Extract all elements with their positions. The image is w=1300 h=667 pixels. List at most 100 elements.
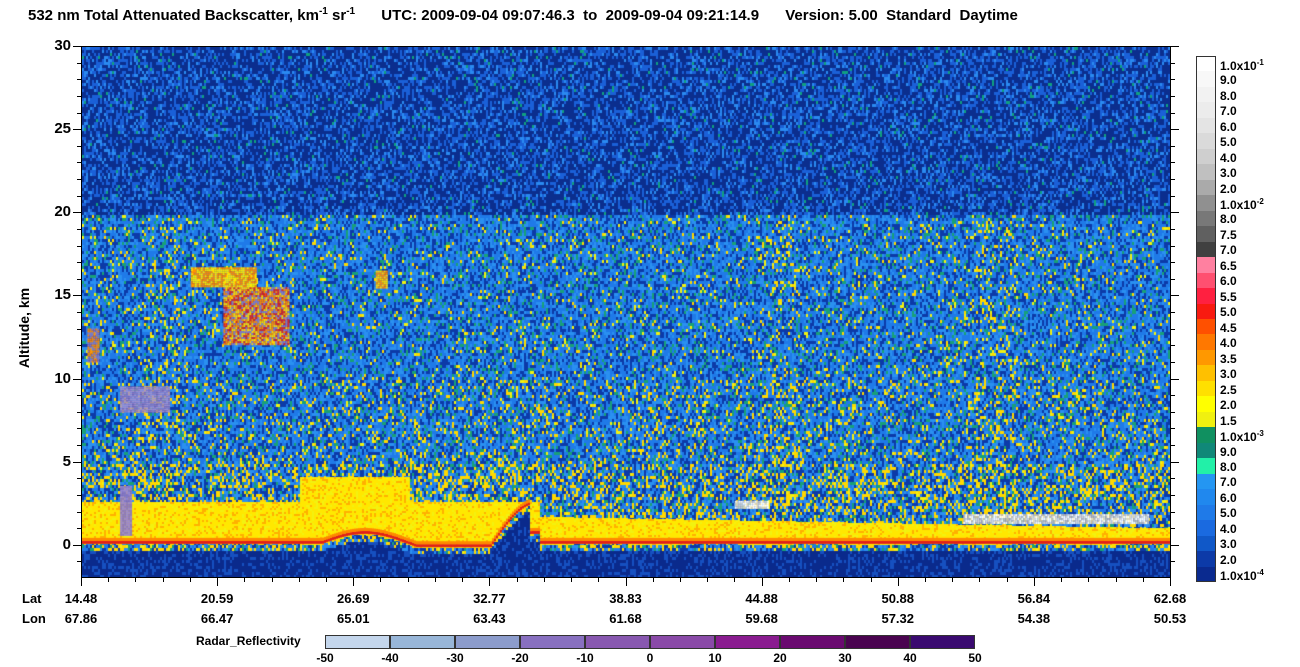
y-tick-mark <box>1171 528 1175 530</box>
x-tick-lat: 20.59 <box>200 591 234 606</box>
colorbar-label: 4.0 <box>1220 150 1237 165</box>
colorbar-label: 1.0x10-1 <box>1220 57 1264 73</box>
x-tick-lon: 50.53 <box>1153 611 1187 626</box>
y-tick-mark <box>1171 361 1175 363</box>
colorbar-label: 6.5 <box>1220 258 1237 273</box>
colorbar-label: 7.0 <box>1220 104 1237 119</box>
x-tick-mark <box>108 578 110 582</box>
radar-colorbar-label: Radar_Reflectivity <box>196 634 301 648</box>
y-tick-mark <box>1171 46 1179 47</box>
x-tick-lon: 63.43 <box>473 611 506 626</box>
colorbar-label: 1.5 <box>1220 413 1237 428</box>
radar-tick-label: 10 <box>708 651 722 665</box>
y-tick-mark <box>73 295 81 297</box>
y-tick-mark <box>1171 295 1179 297</box>
colorbar-label: 8.0 <box>1220 459 1237 474</box>
y-tick-mark <box>1171 561 1175 563</box>
x-tick-mark <box>407 578 409 582</box>
x-tick-mark <box>543 578 545 582</box>
colorbar-label: 6.0 <box>1220 119 1237 134</box>
x-tick-mark <box>189 578 191 582</box>
x-tick-mark <box>1170 578 1171 586</box>
x-tick-mark <box>271 578 273 582</box>
y-tick-mark <box>1171 212 1179 214</box>
x-tick-lat: 62.68 <box>1153 591 1187 606</box>
colorbar-label: 2.0 <box>1220 398 1237 413</box>
y-tick-mark <box>1171 494 1175 496</box>
colorbar-label: 4.5 <box>1220 320 1237 335</box>
colorbar-label: 5.5 <box>1220 289 1237 304</box>
radar-colorbar-segment <box>325 635 390 649</box>
y-tick-mark <box>1171 328 1175 330</box>
y-tick-mark <box>73 461 81 463</box>
radar-tick-label: -40 <box>381 651 399 665</box>
x-tick-mark <box>897 578 899 586</box>
x-tick-mark <box>652 578 654 582</box>
x-tick-mark <box>434 578 436 582</box>
x-tick-mark <box>135 578 137 582</box>
lat-axis-label: Lat <box>22 591 42 606</box>
colorbar-label: 5.0 <box>1220 506 1237 521</box>
x-tick-mark <box>1061 578 1063 582</box>
y-tick-label: 10 <box>54 369 71 387</box>
y-tick-mark <box>1171 112 1175 114</box>
x-tick-mark <box>870 578 872 582</box>
x-tick-lon: 65.01 <box>336 611 370 626</box>
y-tick-mark <box>1171 378 1179 380</box>
y-tick-mark <box>73 212 81 214</box>
y-tick-mark <box>1171 478 1175 480</box>
x-tick-mark <box>707 578 709 582</box>
radar-tick-label: -50 <box>316 651 334 665</box>
y-tick-label: 20 <box>54 203 71 221</box>
x-tick-mark <box>816 578 818 582</box>
x-tick-lon: 59.68 <box>745 611 778 626</box>
colorbar-label: 1.0x10-3 <box>1220 429 1264 445</box>
colorbar-label: 5.0 <box>1220 305 1237 320</box>
x-tick-mark <box>1006 578 1008 582</box>
backscatter-heatmap <box>82 47 1170 577</box>
colorbar-label: 7.0 <box>1220 243 1237 258</box>
y-tick-mark <box>1171 95 1175 97</box>
x-tick-mark <box>1088 578 1090 582</box>
x-tick-lon: 67.86 <box>64 611 98 626</box>
y-tick-mark <box>73 544 81 546</box>
x-tick-mark <box>489 578 491 586</box>
colorbar-label: 6.0 <box>1220 274 1237 289</box>
y-tick-mark <box>73 378 81 380</box>
x-tick-mark <box>734 578 736 582</box>
colorbar-label: 4.0 <box>1220 521 1237 536</box>
y-tick-mark <box>1171 179 1175 180</box>
x-tick-lat: 50.88 <box>881 591 915 606</box>
colorbar-label: 8.0 <box>1220 212 1237 227</box>
colorbar-label: 1.0x10-2 <box>1220 196 1264 212</box>
y-tick-mark <box>1171 79 1175 81</box>
colorbar-label: 2.0 <box>1220 552 1237 567</box>
colorbar-label: 2.0 <box>1220 181 1237 196</box>
radar-colorbar-segment <box>780 635 845 649</box>
y-tick-label: 0 <box>62 535 71 553</box>
x-tick-mark <box>217 578 219 586</box>
colorbar-label: 7.0 <box>1220 475 1237 490</box>
y-tick-mark <box>1171 129 1179 131</box>
x-tick-lat: 44.88 <box>745 591 778 606</box>
y-tick-mark <box>1171 445 1175 446</box>
radar-tick-label: -10 <box>576 651 594 665</box>
y-tick-label: 25 <box>54 120 71 138</box>
x-tick-mark <box>244 578 246 582</box>
x-tick-mark <box>1142 578 1144 582</box>
colorbar-label: 1.0x10-4 <box>1220 568 1264 584</box>
y-tick-label: 30 <box>54 37 71 54</box>
y-tick-mark <box>1171 245 1175 247</box>
radar-tick-label: 0 <box>646 651 654 665</box>
colorbar-label: 3.0 <box>1220 367 1237 382</box>
radar-tick-label: 20 <box>773 651 787 665</box>
x-tick-mark <box>788 578 790 582</box>
radar-colorbar-segment <box>585 635 650 649</box>
backscatter-plot[interactable] <box>81 46 1171 578</box>
y-tick-mark <box>1171 312 1175 313</box>
x-tick-lat: 56.84 <box>1017 591 1051 606</box>
colorbar-label: 5.0 <box>1220 135 1237 150</box>
y-tick-mark <box>1171 162 1175 164</box>
radar-colorbar-segment <box>845 635 910 649</box>
colorbar-label: 3.0 <box>1220 166 1237 181</box>
